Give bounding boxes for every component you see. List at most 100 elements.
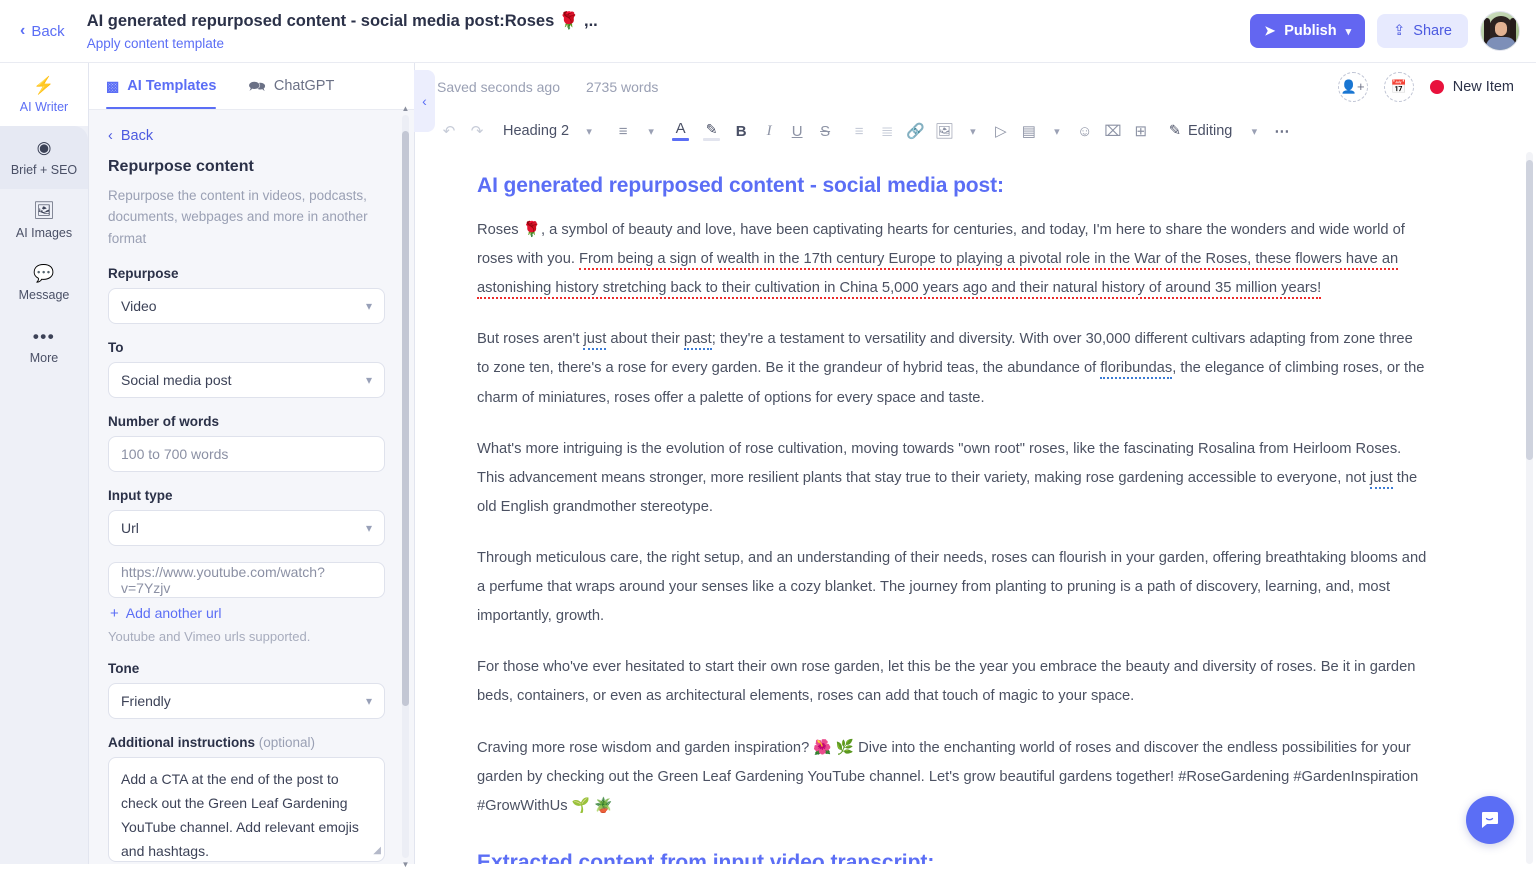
publish-button[interactable]: ➤ Publish ▾ bbox=[1250, 14, 1366, 48]
resize-grip-icon[interactable]: ◢ bbox=[373, 842, 381, 859]
back-button[interactable]: ‹ Back bbox=[14, 19, 71, 44]
chevron-left-icon: ‹ bbox=[20, 22, 26, 39]
image-icon[interactable]: 🖼 bbox=[930, 117, 959, 145]
block-style-chevron-down-icon[interactable]: ▾ bbox=[575, 117, 603, 145]
message-icon: 💬 bbox=[33, 263, 55, 283]
panel-title: Repurpose content bbox=[108, 158, 254, 175]
body-row: ⚡ AI Writer ◉ Brief + SEO 🖼 AI Images 💬 … bbox=[0, 63, 1536, 869]
add-person-icon[interactable]: 👤+ bbox=[1337, 71, 1368, 102]
editor-status-actions: 👤+ 📅 New Item bbox=[1337, 71, 1514, 102]
add-another-url-button[interactable]: + Add another url bbox=[110, 605, 394, 622]
scroll-down-arrow-icon[interactable]: ▼ bbox=[401, 860, 410, 869]
additional-instructions-label: Additional instructions (optional) bbox=[108, 735, 394, 750]
status-badge[interactable]: New Item bbox=[1429, 79, 1514, 95]
image-icon: 🖼 bbox=[33, 201, 55, 220]
underline-icon[interactable]: U bbox=[783, 117, 811, 145]
chevron-down-icon: ▾ bbox=[365, 693, 372, 708]
numbered-list-icon[interactable]: ≣ bbox=[873, 117, 901, 145]
align-chevron-down-icon[interactable]: ▾ bbox=[637, 117, 665, 145]
repurpose-select[interactable]: Video ▾ bbox=[108, 287, 385, 324]
spellcheck-word[interactable]: just bbox=[583, 331, 607, 351]
highlighter-icon[interactable]: ✎ bbox=[696, 121, 727, 142]
panel-description: Repurpose the content in videos, podcast… bbox=[108, 188, 368, 246]
more-options-icon[interactable]: ⋯ bbox=[1268, 117, 1296, 145]
scroll-up-arrow-icon[interactable]: ▲ bbox=[401, 104, 410, 113]
text-color-letter: A bbox=[675, 119, 686, 137]
number-of-words-placeholder: 100 to 700 words bbox=[121, 445, 229, 462]
chevron-down-icon: ▾ bbox=[1345, 25, 1352, 38]
document-body[interactable]: AI generated repurposed content - social… bbox=[415, 174, 1475, 864]
to-select[interactable]: Social media post ▾ bbox=[108, 361, 385, 398]
editing-mode-button[interactable]: ✎ Editing bbox=[1155, 117, 1241, 145]
redo-icon[interactable]: ↷ bbox=[463, 117, 491, 145]
apply-content-template-link[interactable]: Apply content template bbox=[87, 36, 1251, 51]
tone-select[interactable]: Friendly ▾ bbox=[108, 682, 385, 719]
italic-icon[interactable]: I bbox=[755, 117, 783, 145]
additional-instructions-textarea[interactable]: Add a CTA at the end of the post to chec… bbox=[108, 756, 385, 862]
bold-icon[interactable]: B bbox=[727, 117, 755, 145]
panel-back-button[interactable]: ‹ Back bbox=[108, 128, 394, 144]
tab-label: ChatGPT bbox=[273, 78, 335, 94]
spellcheck-word[interactable]: floribundas bbox=[1100, 360, 1173, 380]
spellcheck-word[interactable]: past bbox=[683, 331, 712, 351]
tab-label: AI Templates bbox=[127, 78, 217, 94]
share-button-label: Share bbox=[1413, 23, 1452, 39]
sidebar-item-brief-seo[interactable]: ◉ Brief + SEO bbox=[0, 125, 88, 189]
strikethrough-icon[interactable]: S bbox=[811, 117, 839, 145]
url-input[interactable]: https://www.youtube.com/watch?v=7Yzjv bbox=[108, 561, 385, 598]
tone-value: Friendly bbox=[121, 692, 171, 709]
send-icon: ➤ bbox=[1264, 23, 1276, 38]
additional-instructions-text: Additional instructions bbox=[108, 734, 255, 750]
number-of-words-input[interactable]: 100 to 700 words bbox=[108, 435, 385, 472]
document-scrollbar[interactable] bbox=[1526, 152, 1533, 864]
calendar-camera-icon[interactable]: 📅 bbox=[1383, 71, 1414, 102]
chat-bubbles-icon: 🗪 bbox=[248, 78, 266, 94]
avatar[interactable] bbox=[1480, 11, 1520, 51]
sidebar-item-message[interactable]: 💬 Message bbox=[0, 251, 88, 314]
add-another-url-label: Add another url bbox=[125, 605, 222, 622]
paragraph-2-text-a: But roses aren't bbox=[477, 331, 584, 348]
play-icon[interactable]: ▷ bbox=[987, 117, 1015, 145]
link-icon[interactable]: 🔗 bbox=[901, 117, 930, 145]
url-placeholder: https://www.youtube.com/watch?v=7Yzjv bbox=[121, 563, 325, 596]
share-button[interactable]: ⇪ Share bbox=[1377, 14, 1468, 48]
document-scroll-area: AI generated repurposed content - social… bbox=[415, 152, 1536, 864]
undo-icon[interactable]: ↶ bbox=[435, 117, 463, 145]
spellcheck-word[interactable]: just bbox=[1369, 469, 1393, 489]
panel-scrollbar[interactable]: ▲ ▼ bbox=[402, 104, 410, 869]
input-type-select[interactable]: Url ▾ bbox=[108, 509, 385, 546]
chat-launcher-button[interactable] bbox=[1466, 796, 1514, 844]
number-of-words-label: Number of words bbox=[108, 413, 220, 429]
panel-scrollbar-thumb[interactable] bbox=[402, 131, 409, 706]
target-icon: ◉ bbox=[36, 138, 52, 158]
add-comment-icon[interactable]: ⊞ bbox=[1127, 117, 1155, 145]
chevron-left-icon: ‹ bbox=[422, 93, 427, 109]
paragraph-3-text-a: What's more intriguing is the evolution … bbox=[477, 440, 1402, 486]
sidebar-item-more[interactable]: ••• More bbox=[0, 314, 88, 377]
bullet-list-icon[interactable]: ≡ bbox=[845, 117, 873, 145]
document-paragraph-6: Craving more rose wisdom and garden insp… bbox=[477, 739, 1419, 814]
align-left-icon[interactable]: ≡ bbox=[609, 117, 637, 145]
tab-chatgpt[interactable]: 🗪 ChatGPT bbox=[248, 63, 348, 109]
to-value: Social media post bbox=[121, 371, 232, 388]
page-title[interactable]: AI generated repurposed content - social… bbox=[87, 11, 1251, 32]
sidebar-item-ai-images[interactable]: 🖼 AI Images bbox=[0, 189, 88, 252]
tab-ai-templates[interactable]: ▩ AI Templates bbox=[106, 63, 230, 109]
emoji-icon[interactable]: ☺ bbox=[1071, 117, 1099, 145]
collapse-panel-button[interactable]: ‹ bbox=[414, 70, 435, 132]
document-paragraph-4: Through meticulous care, the right setup… bbox=[477, 549, 1427, 625]
table-icon[interactable]: ▤ bbox=[1015, 117, 1043, 145]
panel-tabs: ▩ AI Templates 🗪 ChatGPT bbox=[89, 63, 414, 110]
block-style-selector[interactable]: Heading 2 bbox=[491, 117, 575, 145]
image-chevron-down-icon[interactable]: ▾ bbox=[959, 117, 987, 145]
editing-mode-chevron-down-icon[interactable]: ▾ bbox=[1240, 117, 1268, 145]
text-color-icon[interactable]: A bbox=[665, 119, 696, 142]
clear-format-icon[interactable]: ⌧ bbox=[1099, 117, 1127, 145]
sidebar-item-ai-writer[interactable]: ⚡ AI Writer bbox=[0, 63, 88, 126]
table-chevron-down-icon[interactable]: ▾ bbox=[1043, 117, 1071, 145]
url-hint: Youtube and Vimeo urls supported. bbox=[108, 628, 311, 644]
document-scrollbar-thumb[interactable] bbox=[1526, 160, 1533, 460]
to-label: To bbox=[108, 339, 124, 355]
highlighter-swatch bbox=[703, 137, 721, 142]
paragraph-1-flagged-text[interactable]: From being a sign of wealth in the 17th … bbox=[477, 251, 1399, 300]
